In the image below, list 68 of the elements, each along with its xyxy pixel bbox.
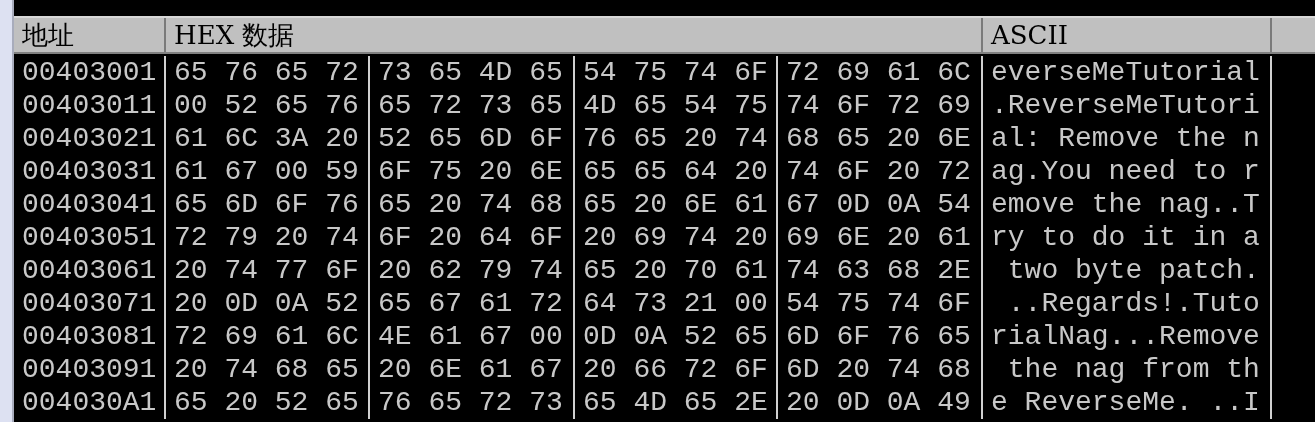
hex-cell: 6F 20 64 6F	[370, 221, 575, 254]
hex-cell: 65 20 70 61	[575, 254, 778, 287]
ascii-cell: rialNag...Remove	[983, 320, 1272, 353]
hex-cell: 74 63 68 2E	[778, 254, 983, 287]
ascii-cell: the nag from th	[983, 353, 1272, 386]
hex-cell: 69 6E 20 61	[778, 221, 983, 254]
hex-cell: 65 72 73 65	[370, 89, 575, 122]
ascii-cell: ry to do it in a	[983, 221, 1272, 254]
address-cell: 004030A1	[14, 386, 166, 419]
hex-cell: 76 65 20 74	[575, 122, 778, 155]
ascii-cell: .ReverseMeTutori	[983, 89, 1272, 122]
ascii-cell: ag.You need to r	[983, 155, 1272, 188]
address-cell: 00403041	[14, 188, 166, 221]
address-cell: 00403011	[14, 89, 166, 122]
hex-cell: 0D 0A 52 65	[575, 320, 778, 353]
column-header[interactable]: 地址	[14, 18, 166, 52]
address-cell: 00403021	[14, 122, 166, 155]
hex-cell: 20 0D 0A 52	[166, 287, 370, 320]
hex-cell: 20 69 74 20	[575, 221, 778, 254]
address-cell: 00403051	[14, 221, 166, 254]
hex-cell: 4D 65 54 75	[575, 89, 778, 122]
address-cell: 00403001	[14, 56, 166, 89]
hex-cell: 20 74 77 6F	[166, 254, 370, 287]
hex-cell: 74 6F 20 72	[778, 155, 983, 188]
address-cell: 00403091	[14, 353, 166, 386]
hex-cell: 6D 6F 76 65	[778, 320, 983, 353]
hex-cell: 6F 75 20 6E	[370, 155, 575, 188]
ascii-cell: everseMeTutorial	[983, 56, 1272, 89]
address-cell: 00403061	[14, 254, 166, 287]
ascii-cell: two byte patch.	[983, 254, 1272, 287]
hex-cell: 74 6F 72 69	[778, 89, 983, 122]
hex-cell: 67 0D 0A 54	[778, 188, 983, 221]
ascii-cell: al: Remove the n	[983, 122, 1272, 155]
hex-cell: 72 79 20 74	[166, 221, 370, 254]
hex-cell: 20 74 68 65	[166, 353, 370, 386]
hex-cell: 4E 61 67 00	[370, 320, 575, 353]
address-cell: 00403071	[14, 287, 166, 320]
hex-cell: 72 69 61 6C	[166, 320, 370, 353]
hex-cell: 65 76 65 72	[166, 56, 370, 89]
hex-cell: 52 65 6D 6F	[370, 122, 575, 155]
hex-cell: 61 6C 3A 20	[166, 122, 370, 155]
hex-cell: 61 67 00 59	[166, 155, 370, 188]
hex-cell: 65 20 6E 61	[575, 188, 778, 221]
hex-cell: 54 75 74 6F	[778, 287, 983, 320]
hex-cell: 54 75 74 6F	[575, 56, 778, 89]
hex-cell: 65 20 74 68	[370, 188, 575, 221]
hex-cell: 68 65 20 6E	[778, 122, 983, 155]
hex-cell: 65 65 64 20	[575, 155, 778, 188]
address-cell: 00403031	[14, 155, 166, 188]
hex-cell: 00 52 65 76	[166, 89, 370, 122]
column-header[interactable]: HEX 数据	[166, 18, 983, 52]
hex-cell: 76 65 72 73	[370, 386, 575, 419]
hex-cell: 65 4D 65 2E	[575, 386, 778, 419]
address-cell: 00403081	[14, 320, 166, 353]
hex-cell: 65 6D 6F 76	[166, 188, 370, 221]
hex-cell: 20 6E 61 67	[370, 353, 575, 386]
ascii-cell: e ReverseMe. ..I	[983, 386, 1272, 419]
hex-cell: 73 65 4D 65	[370, 56, 575, 89]
hex-cell: 64 73 21 00	[575, 287, 778, 320]
ascii-cell: ..Regards!.Tuto	[983, 287, 1272, 320]
hex-cell: 72 69 61 6C	[778, 56, 983, 89]
hex-cell: 20 62 79 74	[370, 254, 575, 287]
ascii-cell: emove the nag..T	[983, 188, 1272, 221]
hex-cell: 20 66 72 6F	[575, 353, 778, 386]
hex-cell: 65 67 61 72	[370, 287, 575, 320]
hex-cell: 6D 20 74 68	[778, 353, 983, 386]
hex-cell: 20 0D 0A 49	[778, 386, 983, 419]
hex-cell: 65 20 52 65	[166, 386, 370, 419]
